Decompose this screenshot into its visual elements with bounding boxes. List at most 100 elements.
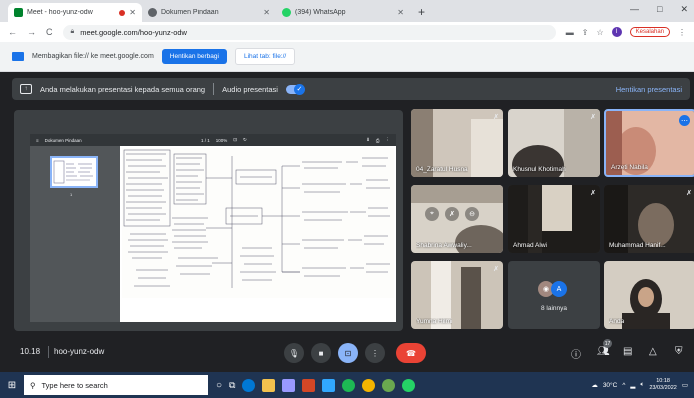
host-controls-icon[interactable]: ⛨ (675, 346, 683, 357)
page-counter: 1 / 1 (200, 137, 210, 143)
participant-tile-speaking[interactable]: ⋯ Arzeti Nabila (604, 109, 694, 177)
sharing-message: Membagikan file:// ke meet.google.com (32, 53, 154, 60)
whatsapp-taskbar-icon[interactable] (402, 378, 416, 392)
meet-favicon-icon (14, 8, 23, 17)
tab-title: Dokumen Pindaan (161, 9, 219, 16)
error-button[interactable]: Kesalahan (629, 27, 670, 37)
thumbnail-page-number: 1 (70, 192, 73, 197)
volume-icon[interactable]: 🔈︎ (640, 381, 644, 389)
meeting-details-icon[interactable]: ⓘ (571, 346, 581, 361)
back-icon[interactable]: ← (8, 27, 17, 37)
mic-off-icon: ✗ (493, 114, 499, 121)
rotate-icon[interactable]: ↻ (243, 137, 247, 143)
menu-icon[interactable]: ≡ (36, 138, 39, 143)
photoshop-icon[interactable] (322, 378, 336, 392)
chrome-icon[interactable] (362, 378, 376, 392)
zoom-level: 100% (215, 137, 228, 143)
task-view-icon[interactable]: ⧉ (229, 380, 235, 391)
recording-indicator-icon (119, 9, 126, 16)
notifications-icon[interactable]: ▭ (682, 381, 688, 389)
bookmark-star-icon[interactable]: ☆ (596, 28, 603, 37)
remove-participant-icon[interactable]: ⊖ (465, 207, 479, 221)
audio-toggle[interactable] (285, 83, 305, 95)
tab-dokumen[interactable]: Dokumen Pindaan ✕ (142, 3, 276, 22)
mic-off-icon: ✗ (590, 190, 596, 197)
stop-presenting-button[interactable]: Hentikan presentasi (616, 85, 682, 94)
menu-kebab-icon[interactable]: ⋮ (678, 28, 686, 37)
file-explorer-icon[interactable] (262, 378, 276, 392)
activities-icon[interactable]: △ (649, 346, 657, 357)
share-screen-icon (12, 52, 24, 61)
forward-icon[interactable]: → (27, 27, 36, 37)
meeting-controls-bar: 10.18 hoo-yunz-odw 🎙︎ ■ ⊡ ⋮ ☎︎ ⓘ 👥︎ 17 ▤… (0, 336, 694, 372)
cortana-icon[interactable]: ○ (216, 380, 222, 391)
tile-hover-controls: ⌖ ✗ ⊖ (425, 207, 479, 221)
taskbar-apps: ○ ⧉ (216, 378, 416, 392)
microphone-button[interactable]: 🎙︎ (284, 343, 304, 363)
tab-whatsapp[interactable]: (394) WhatsApp ✕ (276, 3, 410, 22)
leave-call-button[interactable]: ☎︎ (396, 343, 426, 363)
mic-off-icon: ✗ (686, 190, 692, 197)
close-window-button[interactable]: ✕ (680, 4, 688, 15)
view-tab-button[interactable]: Lihat tab: file:// (234, 48, 296, 65)
edge-icon[interactable] (242, 378, 256, 392)
chat-icon[interactable]: ▤ (623, 346, 632, 357)
close-tab-icon[interactable]: ✕ (397, 8, 404, 17)
close-tab-icon[interactable]: ✕ (263, 8, 270, 17)
self-tile[interactable]: Anda (604, 261, 694, 329)
more-icon[interactable]: ⋮ (386, 137, 391, 143)
participant-name: Shabrina Awwaliy... (416, 242, 472, 249)
others-count-label: 8 lainnya (540, 305, 568, 312)
premiere-icon[interactable] (282, 378, 296, 392)
url-text: meet.google.com/hoo-yunz-odw (80, 27, 187, 37)
participant-tile[interactable]: ✗ Ahmad Alwi (508, 185, 600, 253)
tab-title: (394) WhatsApp (295, 9, 346, 16)
new-tab-button[interactable]: + (410, 5, 433, 22)
spotify-icon[interactable] (342, 378, 356, 392)
taskbar-search-box[interactable]: ⚲ Type here to search (24, 375, 208, 395)
more-options-icon[interactable]: ⋯ (679, 115, 690, 126)
download-icon[interactable]: ⬇ (366, 137, 370, 143)
participant-tile[interactable]: ✗ Khusnul Khotimah (508, 109, 600, 177)
more-options-button[interactable]: ⋮ (365, 343, 385, 363)
present-now-button[interactable]: ⊡ (338, 343, 358, 363)
camera-button[interactable]: ■ (311, 343, 331, 363)
meeting-code: hoo-yunz-odw (54, 347, 105, 356)
maximize-button[interactable]: □ (657, 4, 662, 15)
participant-tile[interactable]: ✗ 04_Zaratul Husna (411, 109, 503, 177)
fit-page-icon[interactable]: ⊡ (233, 137, 237, 143)
minimize-button[interactable]: — (630, 4, 639, 15)
clock[interactable]: 10:18 23/03/2022 (649, 378, 677, 392)
participant-tile[interactable]: ✗ Yumna Hilmi (411, 261, 503, 329)
participant-tile[interactable]: ⌖ ✗ ⊖ Shabrina Awwaliy... (411, 185, 503, 253)
profile-avatar[interactable]: I (611, 27, 622, 37)
globe-icon (148, 8, 157, 17)
participant-name: Ahmad Alwi (513, 242, 547, 249)
tray-chevron-icon[interactable]: ^ (622, 382, 625, 389)
close-tab-icon[interactable]: ✕ (129, 8, 136, 17)
powerpoint-icon[interactable] (302, 378, 316, 392)
audio-label: Audio presentasi (222, 84, 278, 94)
windows-start-icon[interactable]: ⊞ (0, 372, 24, 398)
pin-icon[interactable]: ⌖ (425, 207, 439, 221)
document-title: Dokumen Pindaan (44, 137, 82, 143)
system-tray: ☁ 30°C ^ ▂ 🔈︎ 10:18 23/03/2022 ▭ (591, 378, 694, 392)
share-icon[interactable]: ⇪ (582, 28, 589, 37)
network-icon[interactable]: ▂ (630, 381, 635, 389)
others-tile[interactable]: ◉ A 8 lainnya (508, 261, 600, 329)
cast-icon[interactable]: ▬ (566, 28, 574, 37)
page-thumbnail[interactable] (50, 156, 98, 188)
mute-participant-icon[interactable]: ✗ (445, 207, 459, 221)
url-field[interactable]: 🔒︎ meet.google.com/hoo-yunz-odw (62, 24, 556, 40)
print-icon[interactable]: ⎙ (376, 138, 380, 143)
app-icon[interactable] (382, 378, 396, 392)
stop-sharing-button[interactable]: Hentikan berbagi (161, 49, 227, 64)
others-avatars: ◉ A (538, 281, 567, 297)
reload-icon[interactable]: C (46, 27, 53, 37)
weather-icon[interactable]: ☁ (591, 381, 598, 389)
tab-meet[interactable]: Meet - hoo-yunz-odw ✕ (8, 3, 142, 22)
mic-off-icon: ✗ (590, 114, 596, 121)
document-viewer: ≡ Dokumen Pindaan 1 / 1 100% ⊡ ↻ ⬇ ⎙ ⋮ 1 (30, 134, 396, 322)
participant-tile[interactable]: ✗ Muhammad Hanif... (604, 185, 694, 253)
clock-date: 23/03/2022 (649, 385, 677, 391)
